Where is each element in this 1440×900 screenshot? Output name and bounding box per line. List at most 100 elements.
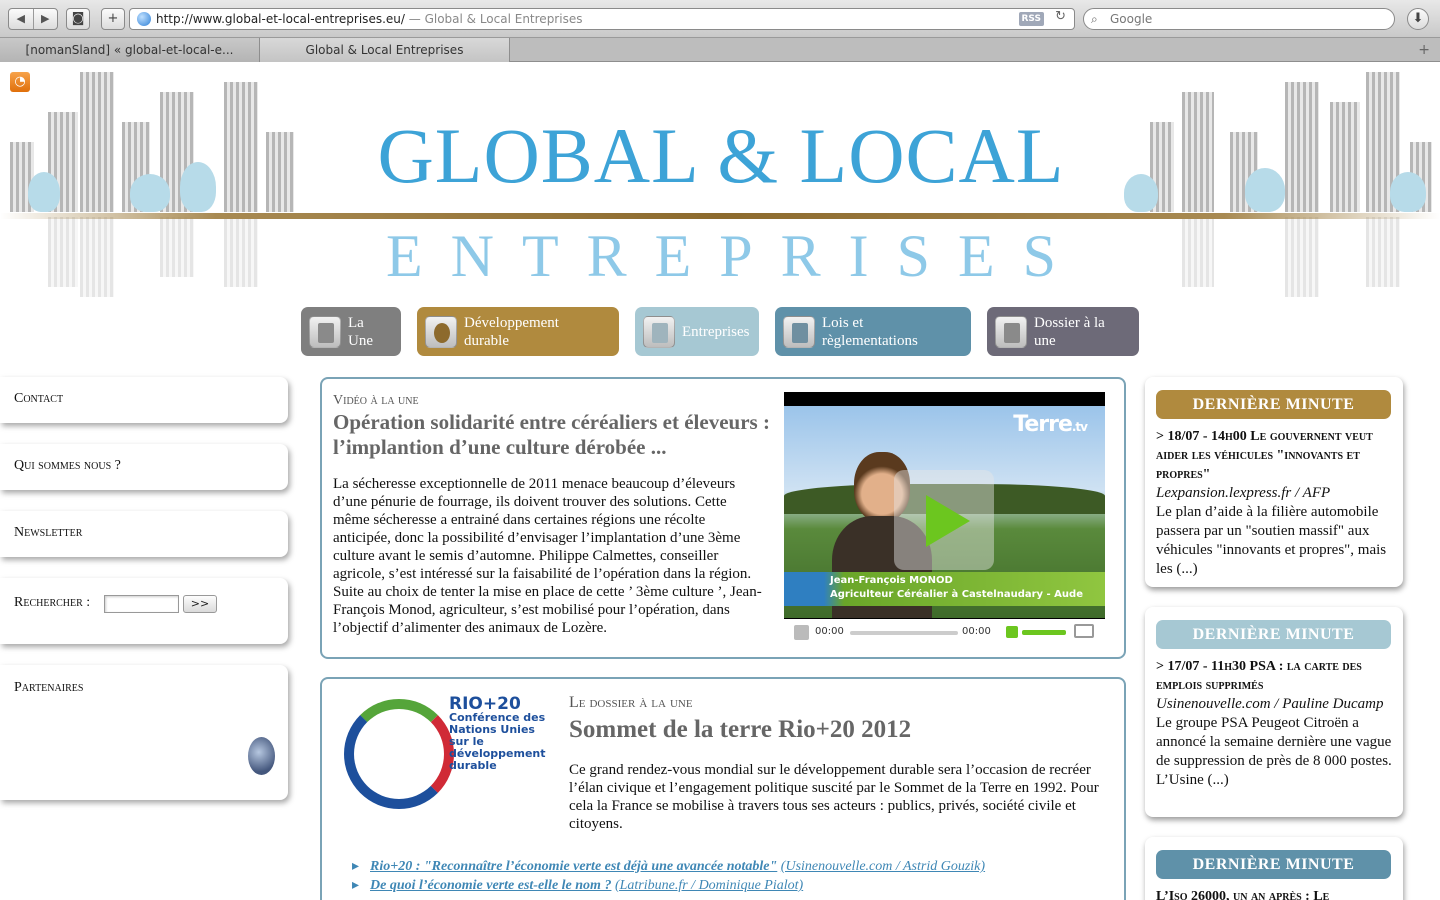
city-reflection-right	[1110, 217, 1440, 297]
download-arrow-icon: ⬇	[1412, 11, 1424, 26]
sidebar-about-label[interactable]: Qui sommes nous ?	[14, 458, 121, 474]
volume-slider[interactable]	[1022, 630, 1066, 635]
sidebar-newsletter-label[interactable]: Newsletter	[14, 525, 82, 541]
small-play-icon[interactable]	[794, 625, 809, 640]
downloads-button[interactable]: ⬇	[1407, 8, 1429, 30]
news-card: DERNIÈRE MINUTE > 18/07 - 14h00 Le gouve…	[1145, 377, 1403, 587]
city-reflection-left	[0, 217, 330, 297]
forward-arrow-icon[interactable]: ▶	[34, 9, 58, 29]
news-header: DERNIÈRE MINUTE	[1156, 850, 1391, 879]
magnifier-icon: ⌕	[1091, 12, 1098, 26]
nav-dossier-a-la-une[interactable]: Dossier à la une	[987, 307, 1139, 356]
list-item[interactable]: Rio+20 : "Reconnaître l’économie verte e…	[352, 857, 985, 876]
search-submit-button[interactable]: >>	[183, 595, 217, 613]
video-current-time: 00:00	[815, 626, 844, 637]
dossier-link-source[interactable]: (Usinenouvelle.com / Astrid Gouzik)	[781, 859, 985, 874]
dossier-title[interactable]: Sommet de la terre Rio+20 2012	[569, 715, 911, 745]
city-illustration-left	[0, 72, 330, 212]
nav-entreprises[interactable]: Entreprises	[635, 307, 759, 356]
sidebar-search: Rechercher : >>	[0, 578, 288, 644]
video-player[interactable]: Terre.tv Jean-François MONOD Agriculteur…	[784, 392, 1105, 619]
video-caption: Jean-François MONOD Agriculteur Céréalie…	[784, 572, 1105, 606]
fullscreen-icon[interactable]	[1074, 624, 1094, 638]
address-bar[interactable]: http://www.global-et-local-entreprises.e…	[129, 8, 1075, 30]
address-page-title: — Global & Local Entreprises	[408, 12, 583, 26]
news-source: Lexpansion.lexpress.fr / AFP	[1156, 485, 1331, 501]
search-input[interactable]	[104, 595, 179, 613]
nav-la-une-label: La Une	[348, 314, 373, 349]
sidebar-about[interactable]: Qui sommes nous ?	[0, 444, 288, 490]
tab-nomansland[interactable]: [nomanSland] « global-et-local-e...	[0, 38, 260, 62]
nav-dossier-a-la-une-label: Dossier à la une	[1034, 314, 1105, 349]
nav-la-une[interactable]: La Une	[301, 307, 401, 356]
terre-tv-brand: Terre	[1013, 412, 1073, 437]
news-summary: Le plan d’aide à la filière automobile p…	[1156, 504, 1387, 577]
address-url: http://www.global-et-local-entreprises.e…	[156, 12, 405, 26]
site-logo-title[interactable]: GLOBAL & LOCAL	[346, 110, 1096, 202]
video-title[interactable]: Opération solidarité entre céréaliers et…	[333, 410, 773, 460]
news-content: > 17/07 - 11h30 PSA : la carte des emplo…	[1156, 657, 1396, 790]
news-source: Usinenouvelle.com / Pauline Ducamp	[1156, 696, 1384, 712]
dossier-link-title[interactable]: De quoi l’économie verte est-elle le nom…	[370, 878, 611, 893]
reader-button[interactable]: ◙	[66, 8, 90, 30]
nav-developpement-durable-label: Développement durable	[464, 314, 559, 349]
main-navigation: La Une Développement durable Entreprises…	[0, 307, 1440, 357]
video-description: La sécheresse exceptionnelle de 2011 men…	[333, 476, 762, 636]
video-caption-name: Jean-François MONOD	[830, 575, 953, 586]
nav-lois-reglementations-label: Lois et règlementations	[822, 314, 918, 349]
nav-lois-reglementations[interactable]: Lois et règlementations	[775, 307, 971, 356]
news-content: > 18/07 - 14h00 Le gouvernent veut aider…	[1156, 427, 1396, 579]
rss-badge[interactable]: RSS	[1018, 12, 1044, 26]
video-caption-role: Agriculteur Céréalier à Castelnaudary - …	[830, 589, 1083, 600]
partner-globe-icon[interactable]	[248, 737, 275, 775]
back-arrow-icon[interactable]: ◀	[9, 9, 34, 29]
volume-icon[interactable]	[1006, 626, 1018, 638]
news-header: DERNIÈRE MINUTE	[1156, 620, 1391, 649]
city-illustration-right	[1110, 72, 1440, 212]
sidebar-partners: Partenaires	[0, 665, 288, 800]
banner-divider	[0, 213, 1440, 219]
reader-icon: ◙	[71, 11, 85, 26]
search-label: Rechercher :	[14, 595, 91, 610]
video-controls: 00:00 00:00	[784, 622, 1105, 644]
reload-icon[interactable]: ↻	[1055, 9, 1066, 24]
sidebar-contact[interactable]: Contact	[0, 377, 288, 423]
partners-label: Partenaires	[14, 680, 84, 695]
rio20-logo-text: RIO+20 Conférence des Nations Unies sur …	[449, 694, 546, 772]
search-field[interactable]: ⌕ Google	[1083, 8, 1395, 30]
search-placeholder: Google	[1110, 12, 1153, 26]
rio20-logo-title: RIO+20	[449, 694, 521, 714]
news-headline[interactable]: > 17/07 - 11h30 PSA : la carte des emplo…	[1156, 657, 1396, 695]
video-seek-bar[interactable]	[850, 631, 958, 635]
globe-icon	[137, 12, 151, 26]
news-headline[interactable]: > 18/07 - 14h00 Le gouvernent veut aider…	[1156, 427, 1396, 484]
dossier-link-source[interactable]: (Latribune.fr / Dominique Pialot)	[615, 878, 803, 893]
dossier-description: Ce grand rendez-vous mondial sur le déve…	[569, 762, 1099, 832]
add-bookmark-button[interactable]: +	[101, 8, 125, 30]
list-item[interactable]: De quoi l’économie verte est-elle le nom…	[352, 876, 985, 895]
video-total-time: 00:00	[962, 626, 991, 637]
browser-toolbar: ◀ ▶ ◙ + http://www.global-et-local-entre…	[0, 0, 1440, 38]
video-frame[interactable]: Terre.tv Jean-François MONOD Agriculteur…	[784, 406, 1105, 618]
dossier-link-title[interactable]: Rio+20 : "Reconnaître l’économie verte e…	[370, 859, 777, 874]
video-kicker: Vidéo à la une	[333, 393, 419, 408]
back-forward-buttons[interactable]: ◀ ▶	[8, 8, 58, 30]
nav-developpement-durable[interactable]: Développement durable	[417, 307, 619, 356]
site-banner: ◔ GLOBAL & LOCAL ENTREPRISES	[0, 62, 1440, 302]
tree-icon	[425, 315, 457, 348]
video-card: Vidéo à la une Opération solidarité entr…	[320, 377, 1126, 659]
rio20-logo-line: durable	[449, 759, 497, 772]
sidebar-contact-label[interactable]: Contact	[14, 391, 63, 407]
rio20-logo[interactable]: RIO+20 Conférence des Nations Unies sur …	[334, 689, 552, 827]
newspaper-icon	[309, 315, 341, 348]
sidebar-newsletter[interactable]: Newsletter	[0, 511, 288, 557]
building-icon	[643, 315, 675, 348]
news-summary: Le groupe PSA Peugeot Citroën a annoncé …	[1156, 715, 1392, 788]
justice-statue-icon	[783, 315, 815, 348]
news-headline[interactable]: L’Iso 26000, un an après : Le	[1156, 887, 1396, 900]
play-icon	[926, 495, 970, 547]
new-tab-icon[interactable]: +	[1418, 38, 1430, 62]
tab-global-local[interactable]: Global & Local Entreprises	[260, 38, 510, 62]
dossier-kicker: Le dossier à la une	[569, 694, 693, 711]
play-button[interactable]	[894, 470, 994, 570]
